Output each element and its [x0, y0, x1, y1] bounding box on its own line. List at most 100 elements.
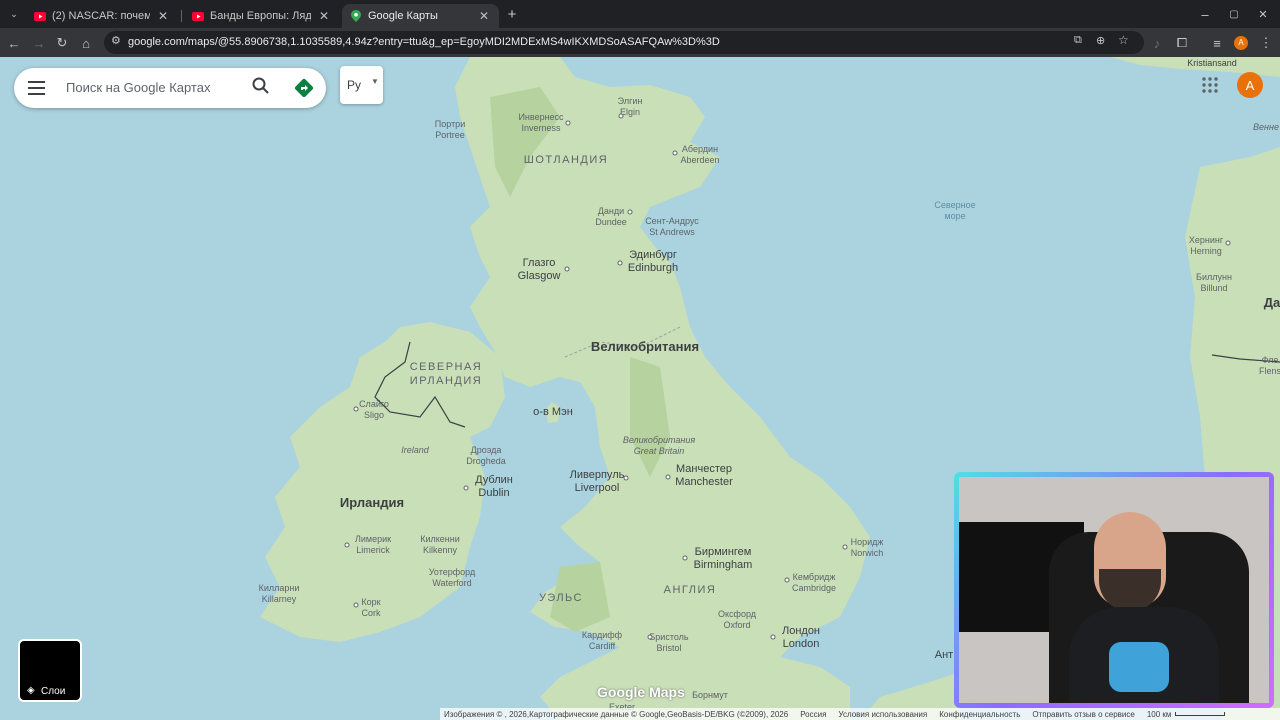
label-manchester: Манчестер Manchester: [675, 463, 733, 488]
browser-toolbar: ← → ↻ ⌂ ⚙ google.com/maps/@55.8906738,1.…: [0, 28, 1280, 57]
bookmark-star-icon[interactable]: ☆: [1118, 33, 1129, 47]
label-kristiansand: Kristiansand: [1187, 58, 1237, 68]
label-birmingham: Бирмингем Birmingham: [693, 546, 753, 571]
footer-terms-link[interactable]: Условия использования: [838, 710, 927, 719]
minimize-icon[interactable]: –: [1196, 5, 1214, 23]
label-ireland-en: Ireland: [401, 445, 429, 455]
tab-europe[interactable]: Банды Европы: Лядов внедрил ✕: [184, 4, 339, 28]
search-icon[interactable]: [252, 77, 270, 95]
footer-country[interactable]: Россия: [800, 710, 826, 719]
label-cambridge: Кембридж Cambridge: [791, 572, 837, 593]
map-dot: [682, 555, 688, 561]
label-great-britain: Великобритания Great Britain: [622, 435, 696, 456]
webcam-overlay: [954, 472, 1274, 708]
map-dot: [344, 542, 350, 548]
scale-line: [1175, 712, 1226, 716]
map-footer: Изображения © , 2026,Картографические да…: [440, 708, 1280, 720]
label-wales: УЭЛЬС: [539, 592, 583, 604]
footer-privacy-link[interactable]: Конфиденциальность: [939, 710, 1020, 719]
label-scotland: ШОТЛАНДИЯ: [523, 154, 609, 166]
directions-icon[interactable]: [294, 78, 314, 98]
webcam-video: [959, 477, 1269, 703]
label-london: Лондон London: [781, 625, 821, 650]
label-north-sea: Северное море: [934, 200, 976, 221]
footer-feedback-link[interactable]: Отправить отзыв о сервисе: [1032, 710, 1134, 719]
label-denmark: Да: [1263, 295, 1280, 310]
label-billund: Биллунн Billund: [1196, 272, 1232, 293]
google-apps-icon[interactable]: [1202, 77, 1218, 93]
map-dot: [627, 209, 633, 215]
scale-bar[interactable]: 100 км: [1147, 710, 1226, 719]
microphone-icon[interactable]: ♪: [1148, 34, 1166, 52]
back-icon[interactable]: ←: [5, 34, 23, 52]
label-sligo: Слайго Sligo: [359, 399, 389, 420]
language-button[interactable]: Ру ▼: [340, 66, 383, 104]
label-portree: Портри Portree: [434, 119, 466, 140]
install-app-icon[interactable]: ⧉: [1074, 34, 1082, 47]
label-inverness: Инвернесс Inverness: [518, 112, 564, 133]
layers-button[interactable]: ◈ Слои: [18, 639, 82, 702]
label-bristol: Бристоль Bristol: [649, 632, 689, 653]
layers-label: Слои: [41, 686, 66, 697]
home-icon[interactable]: ⌂: [77, 34, 95, 52]
map-dot: [665, 474, 671, 480]
close-tab-icon[interactable]: ✕: [156, 9, 170, 23]
forward-icon[interactable]: →: [30, 34, 48, 52]
label-limerick: Лимерик Limerick: [354, 534, 392, 555]
profile-icon[interactable]: A: [1232, 34, 1250, 52]
extensions-icon[interactable]: ⧠: [1173, 34, 1191, 52]
map-dot: [647, 634, 653, 640]
label-kilkenny: Килкенни Kilkenny: [420, 534, 460, 555]
map-dot: [353, 406, 359, 412]
label-edinburgh: Эдинбург Edinburgh: [627, 249, 679, 274]
label-aberdeen: Абердин Aberdeen: [680, 144, 720, 165]
map-dot: [1225, 240, 1231, 246]
tab-search-icon[interactable]: ⌄: [5, 5, 23, 23]
map-search-box[interactable]: Поиск на Google Картах: [14, 68, 326, 108]
zoom-icon[interactable]: ⊕: [1096, 34, 1105, 47]
tab-divider: [181, 10, 182, 22]
label-norwich: Норидж Norwich: [850, 537, 884, 558]
map-dot: [784, 577, 790, 583]
map-dot: [770, 634, 776, 640]
shirt-print: [1109, 642, 1169, 692]
new-tab-icon[interactable]: +: [503, 5, 521, 23]
address-bar[interactable]: ⚙ google.com/maps/@55.8906738,1.1035589,…: [104, 31, 1144, 54]
label-isle-of-man: о-в Мэн: [533, 406, 573, 418]
browser-tab-strip: ⌄ (2) NASCAR: почему это смотр ✕ Банды Е…: [0, 0, 1280, 28]
label-bournemouth: Борнмут: [692, 690, 728, 700]
youtube-icon: [34, 10, 46, 22]
label-killarney: Килларни Killarney: [258, 583, 300, 604]
close-tab-icon[interactable]: ✕: [317, 9, 331, 23]
close-tab-icon[interactable]: ✕: [477, 9, 491, 23]
label-cork: Корк Cork: [361, 597, 381, 618]
map-dot: [565, 120, 571, 126]
map-dot: [353, 602, 359, 608]
maximize-icon[interactable]: ▢: [1225, 5, 1243, 23]
url-text: google.com/maps/@55.8906738,1.1035589,4.…: [128, 36, 720, 48]
label-cardiff: Кардифф Cardiff: [581, 630, 623, 651]
tab-title: Банды Европы: Лядов внедрил: [210, 10, 311, 22]
site-info-icon[interactable]: ⚙: [111, 34, 121, 47]
search-input[interactable]: Поиск на Google Картах: [66, 80, 210, 95]
label-england: АНГЛИЯ: [663, 584, 717, 596]
label-benne: Венне: [1253, 122, 1279, 132]
tab-google-maps[interactable]: Google Карты ✕: [342, 4, 499, 28]
tab-nascar[interactable]: (2) NASCAR: почему это смотр ✕: [26, 4, 178, 28]
reload-icon[interactable]: ↻: [53, 34, 71, 52]
tab-title: Google Карты: [368, 10, 438, 22]
menu-icon[interactable]: [28, 81, 45, 95]
label-oxford: Оксфорд Oxford: [718, 609, 756, 630]
avatar[interactable]: A: [1237, 72, 1263, 98]
label-liverpool: Ливерпуль Liverpool: [569, 469, 625, 494]
map-dot: [463, 485, 469, 491]
map-dot: [617, 260, 623, 266]
google-maps-icon: [350, 10, 362, 22]
browser-menu-icon[interactable]: ⋮: [1257, 34, 1275, 52]
reading-list-icon[interactable]: ≡: [1208, 34, 1226, 52]
close-window-icon[interactable]: ✕: [1254, 5, 1272, 23]
label-northern-ireland: СЕВЕРНАЯ ИРЛАНДИЯ: [409, 361, 483, 387]
label-dublin: Дублин Dublin: [475, 474, 513, 499]
label-ireland: Ирландия: [339, 495, 405, 510]
scale-label: 100 км: [1146, 709, 1172, 719]
